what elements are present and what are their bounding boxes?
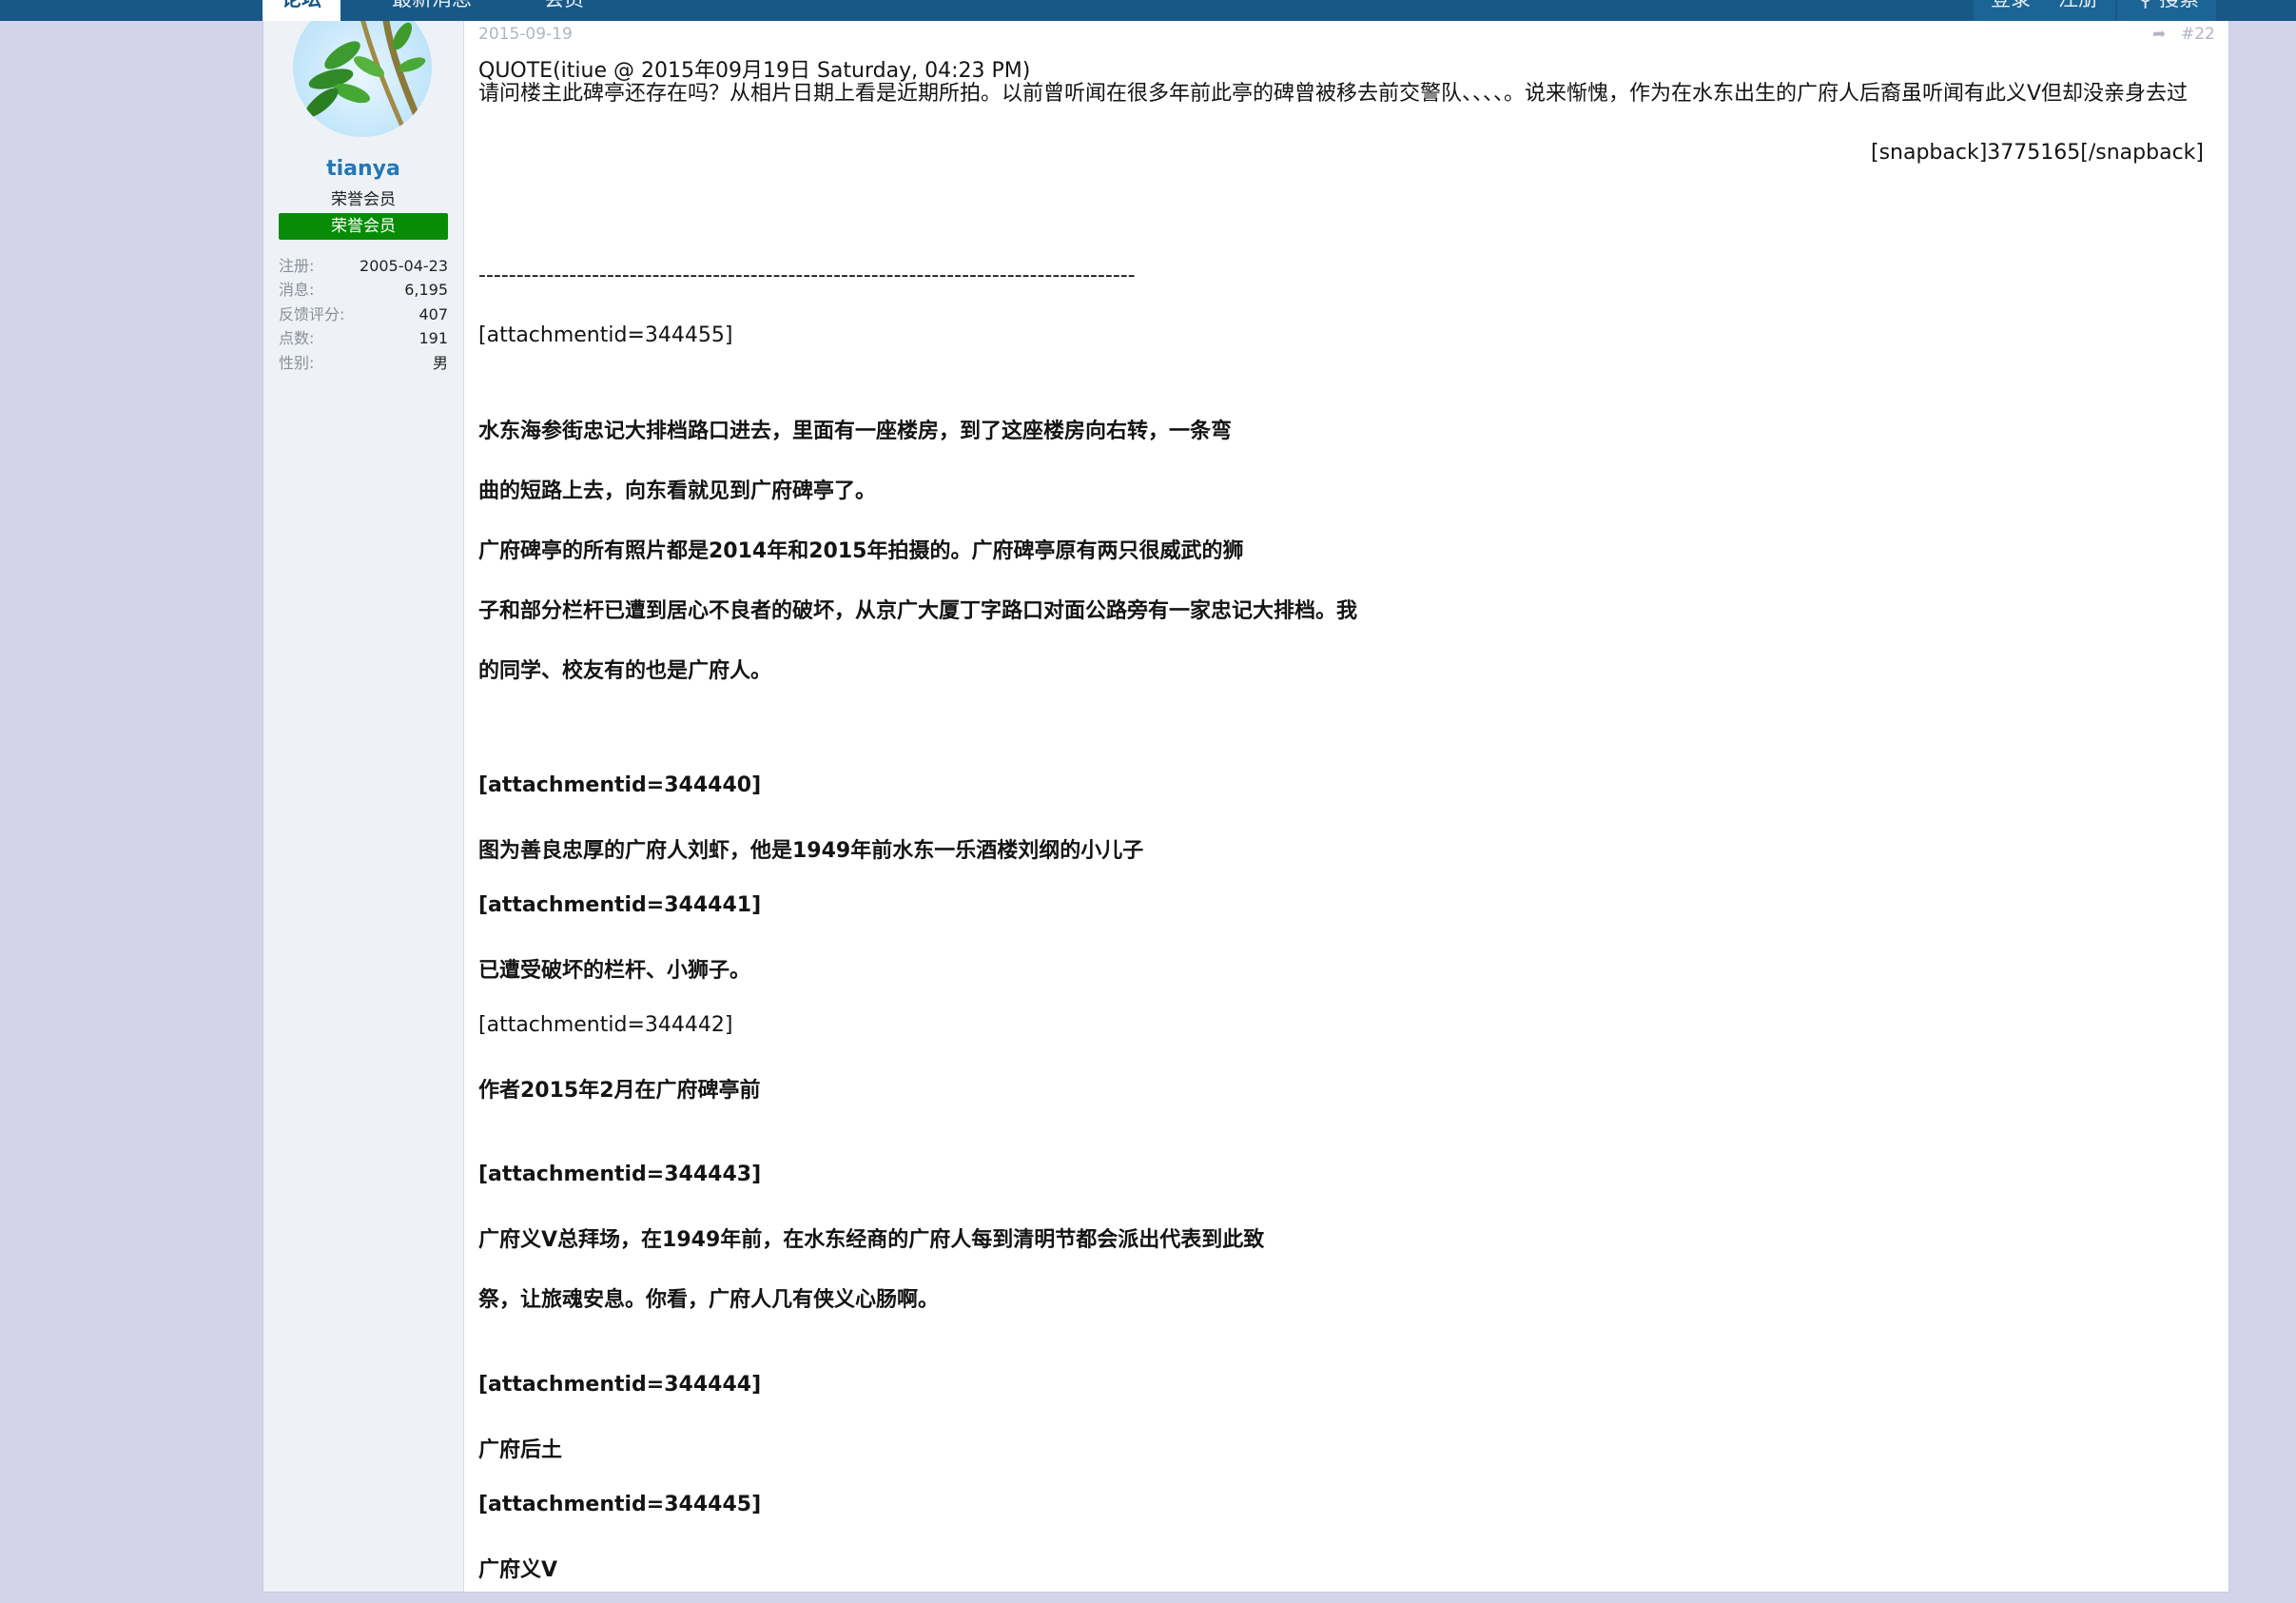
post-text-line: 曲的短路上去，向东看就见到广府碑亭了。 — [478, 479, 877, 503]
post-text-line: 祭，让旅魂安息。你看，广府人几有侠义心肠啊。 — [478, 1288, 940, 1312]
attachment-tag: [attachmentid=344444] — [478, 1373, 762, 1397]
user-info-column: tianya 荣誉会员 荣誉会员 注册: 2005-04-23 消息: 6,19… — [263, 21, 464, 1592]
post-text-line: 的同学、校友有的也是广府人。 — [478, 659, 772, 683]
message-body: 2015-09-19 ➦ #22 QUOTE(itiue @ 2015年09月1… — [478, 21, 2219, 1592]
attachment-tag: [attachmentid=344440] — [478, 773, 762, 797]
post-text-line: 广府碑亭的所有照片都是2014年和2015年拍摄的。广府碑亭原有两只很威武的狮 — [478, 539, 1244, 563]
post-text-line: 作者2015年2月在广府碑亭前 — [478, 1079, 761, 1103]
attachment-tag: [attachmentid=344442] — [478, 1013, 733, 1037]
post-text-line: 子和部分栏杆已遭到居心不良者的破坏，从京广大厦丁字路口对面公路旁有一家忠记大排档… — [478, 599, 1358, 623]
tab-members[interactable]: 会员 — [525, 0, 603, 21]
attachment-tag: [attachmentid=344441] — [478, 893, 762, 917]
stat-value[interactable]: 6,195 — [404, 278, 448, 302]
post-date[interactable]: 2015-09-19 — [478, 25, 573, 44]
stat-value: 2005-04-23 — [360, 257, 448, 275]
post-text-line: 水东海参街忠记大排档路口进去，里面有一座楼房，到了这座楼房向右转，一条弯 — [478, 420, 1233, 443]
share-icon[interactable]: ➦ — [2152, 25, 2166, 44]
login-button[interactable]: 登录 — [1974, 0, 2048, 21]
tab-forums[interactable]: 论坛 — [263, 0, 341, 21]
username-link[interactable]: tianya — [263, 157, 463, 181]
attachment-tag: [attachmentid=344443] — [478, 1163, 762, 1186]
separator-line: ----------------------------------------… — [478, 264, 1136, 287]
user-banner: 荣誉会员 — [279, 213, 448, 240]
stat-row-messages: 消息: 6,195 — [279, 278, 448, 302]
search-label: 搜索 — [2159, 0, 2199, 10]
search-icon: ⚲ — [2138, 0, 2152, 10]
quote-body: 请问楼主此碑亭还存在吗？从相片日期上看是近期所拍。以前曾听闻在很多年前此亭的碑曾… — [478, 82, 2189, 106]
stat-label: 点数: — [279, 329, 315, 348]
attachment-tag: [attachmentid=344455] — [478, 323, 733, 347]
stat-label: 性别: — [279, 353, 315, 372]
register-button[interactable]: 注册 — [2041, 0, 2115, 21]
top-navbar: 论坛 最新消息 会员 登录 注册 ⚲ 搜索 — [0, 0, 2296, 21]
post-text-line: 图为善良忠厚的广府人刘虾，他是1949年前水东一乐酒楼刘纲的小儿子 — [478, 839, 1144, 863]
search-button[interactable]: ⚲ 搜索 — [2117, 0, 2217, 21]
post-text-line: 广府后土 — [478, 1438, 563, 1462]
stat-label: 消息: — [279, 281, 315, 300]
stat-value[interactable]: 191 — [418, 326, 448, 350]
stat-value: 407 — [418, 304, 448, 323]
post-number[interactable]: #22 — [2181, 25, 2215, 44]
avatar-plant-icon — [304, 21, 430, 137]
stat-label: 反馈评分: — [279, 304, 345, 323]
stat-row-feedback: 反馈评分: 407 — [279, 303, 448, 326]
user-title: 荣誉会员 — [331, 190, 396, 209]
post-text-line: 广府义V总拜场，在1949年前，在水东经商的广府人每到清明节都会派出代表到此致 — [478, 1228, 1265, 1252]
tab-latest-news[interactable]: 最新消息 — [373, 0, 491, 21]
stat-label: 注册: — [279, 257, 315, 275]
stat-row-gender: 性别: 男 — [279, 351, 448, 375]
stat-row-registered: 注册: 2005-04-23 — [279, 254, 448, 278]
attachment-tag: [attachmentid=344445] — [478, 1493, 762, 1516]
post-text-line: 已遭受破坏的栏杆、小狮子。 — [478, 959, 751, 983]
user-stats: 注册: 2005-04-23 消息: 6,195 反馈评分: 407 点数: 1… — [279, 254, 448, 375]
forum-post: tianya 荣誉会员 荣誉会员 注册: 2005-04-23 消息: 6,19… — [263, 21, 2229, 1593]
stat-row-points: 点数: 191 — [279, 326, 448, 350]
stat-value: 男 — [432, 353, 448, 372]
avatar[interactable] — [293, 21, 432, 137]
post-text-line: 广府义V — [478, 1558, 558, 1582]
quote-snapback: [snapback]3775165[/snapback] — [1871, 141, 2204, 165]
